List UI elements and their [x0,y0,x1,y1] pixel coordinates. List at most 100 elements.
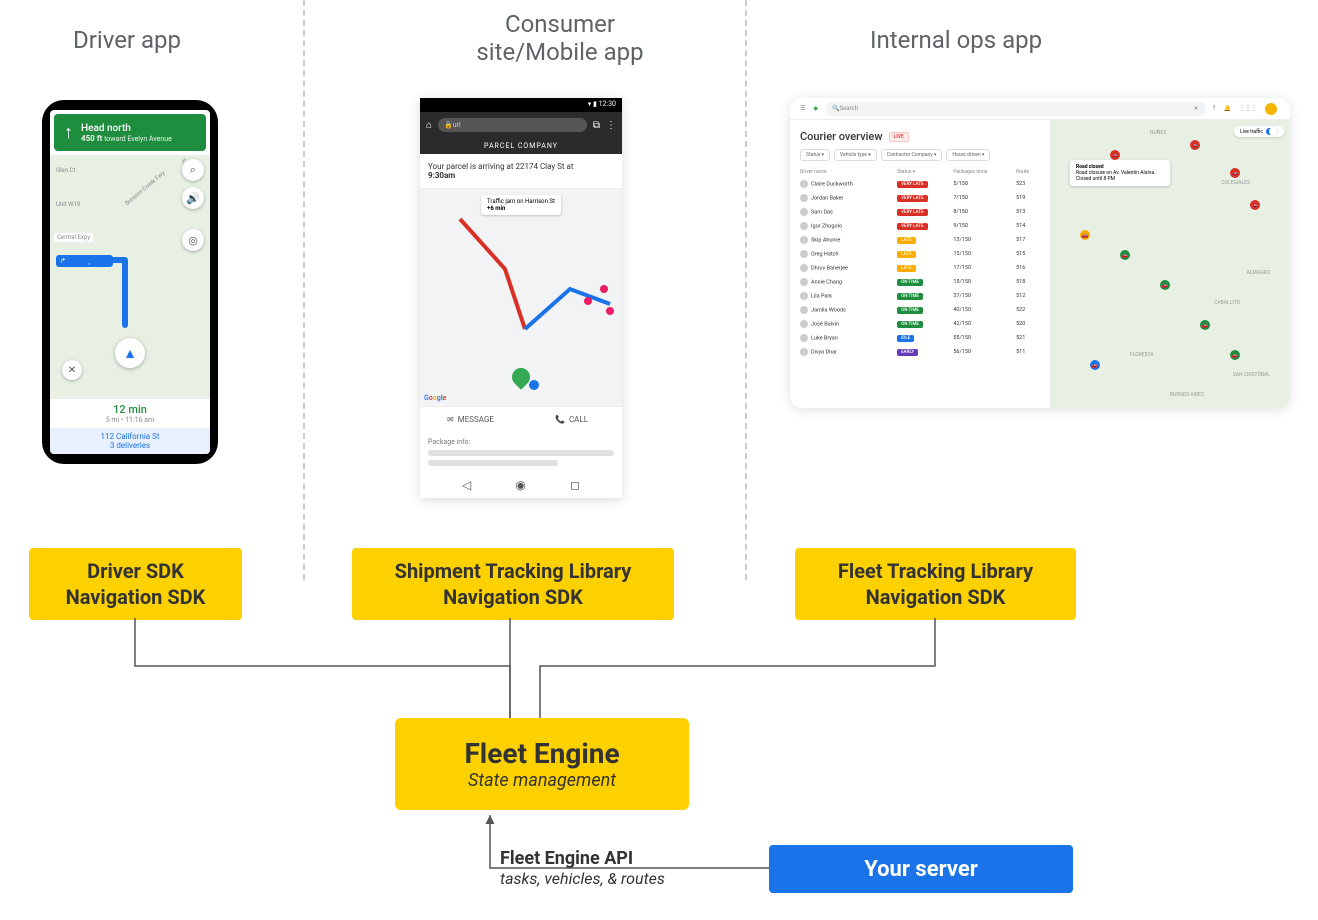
arrow-up-icon: ↑ [64,122,73,143]
driver-sdk-box: Driver SDK Navigation SDK [29,548,242,620]
nav-distance: 450 ft [81,134,102,143]
consumer-browser-mockup: ▾ ▮ 12:30 ⌂ 🔒 url ⧉ ⋮ PARCEL COMPANY You… [420,98,622,498]
table-header: Status ▾ [897,167,953,177]
address-bar: 112 California St 3 deliveries [50,428,210,454]
courier-marker: 🚗 [1190,140,1200,150]
navigation-cursor-icon: ▲ [115,338,145,368]
table-row: José BalvinON TIME42/150520 [800,317,1040,331]
phone-screen: ↑ Head north 450 ft toward Evelyn Avenue… [50,110,210,454]
driver-phone-mockup: ↑ Head north 450 ft toward Evelyn Avenue… [42,100,218,464]
table-row: Skip AhumeLATE13/150517 [800,233,1040,247]
table-header: Driver name [800,167,897,177]
district-label: NUÑEZ [1150,130,1166,136]
more-icon: ⋮ [606,120,616,131]
url-pill: 🔒 url [438,118,587,132]
sdk-line1: Driver SDK [47,558,224,584]
col-title-ops: Internal ops app [870,26,1042,54]
home-icon: ⌂ [426,120,432,131]
district-label: ALMAGRO [1246,270,1270,276]
phone-icon: 📞 [555,415,565,424]
sdk-line2: Navigation SDK [813,584,1058,610]
toggle-icon [1266,128,1278,135]
package-info: Package info: [420,432,622,472]
col-title-driver: Driver app [73,26,181,54]
android-nav: ◁ ◉ ◻ [420,472,622,498]
menu-icon: ☰ [800,105,805,112]
courier-marker: 🚗 [1200,320,1210,330]
addr-line1: 112 California St [54,432,206,441]
table-row: Lila ParkON TIME37/150512 [800,289,1040,303]
parcel-header: PARCEL COMPANY [420,138,622,154]
eta-time: 12 min [58,403,202,416]
stop-dot [584,297,592,305]
district-label: BUENOS AIRES [1170,392,1204,398]
courier-marker: 🚗 [1230,168,1240,178]
mobile-status-bar: ▾ ▮ 12:30 [420,98,622,112]
fleet-title: Fleet Engine [464,737,619,770]
courier-marker: 🚗 [1110,150,1120,160]
nav-instruction: Head north [81,123,172,134]
filter-pill: Hours driven ▾ [946,149,990,161]
sdk-line2: Navigation SDK [47,584,224,610]
filter-pill: Status ▾ [800,149,830,161]
courier-marker: 🚗 [1160,280,1170,290]
district-label: SAN CRISTÓBAL [1233,372,1270,378]
api-label: Fleet Engine API tasks, vehicles, & rout… [500,848,665,888]
live-badge: LIVE [889,132,909,142]
bell-icon: 🔔 [1224,105,1231,112]
dashboard-left-panel: Courier overview LIVE Status ▾ Vehicle ty… [790,120,1050,408]
table-row: Divya DharEARLY56/150511 [800,345,1040,359]
dashboard-map: Live traffic Road closed Road closure on… [1050,120,1290,408]
table-row: Greg HatchLATE15/150515 [800,247,1040,261]
addr-line2: 3 deliveries [54,441,206,450]
eta-sub: 5 mi • 11:16 am [58,416,202,424]
fleet-subtitle: State management [468,770,616,791]
help-icon: ? [1213,105,1216,112]
courier-marker: 🚗 [1250,200,1260,210]
close-icon: ✕ [62,360,82,380]
home-icon: ◉ [515,478,525,492]
district-label: COLEGIALES [1221,180,1250,186]
ops-sdk-box: Fleet Tracking Library Navigation SDK [795,548,1076,620]
back-icon: ◁ [462,478,471,492]
courier-marker: 🚗 [1230,350,1240,360]
courier-marker: 🚗 [1080,230,1090,240]
message-icon: ✉ [447,415,454,424]
fleet-engine-box: Fleet Engine State management [395,718,689,810]
avatar [1265,103,1277,115]
tabs-icon: ⧉ [593,120,600,131]
table-header: Packages done [953,167,1016,177]
url-bar: ⌂ 🔒 url ⧉ ⋮ [420,112,622,138]
api-title: Fleet Engine API [500,848,665,869]
dashboard-topbar: ☰ ◆ 🔍 Search✕ ? 🔔 ⋮⋮⋮ [790,98,1290,120]
stop-dot [600,285,608,293]
filter-pill: Contractor Company ▾ [881,149,943,161]
courier-table: Driver nameStatus ▾Packages doneRoute Cl… [800,167,1040,359]
eta-bar: ✕ 12 min 5 mi • 11:16 am [50,398,210,428]
recent-icon: ◻ [570,478,580,492]
filter-row: Status ▾ Vehicle type ▾ Contractor Company… [800,149,1040,161]
nav-sub: toward Evelyn Avenue [104,135,172,143]
parcel-map: Traffic jam on Harrison St +6 min Google [420,189,622,406]
filter-pill: Vehicle type ▾ [834,149,877,161]
sdk-line1: Shipment Tracking Library [370,558,656,584]
courier-marker: 🚗 [1120,250,1130,260]
ops-dashboard-mockup: ☰ ◆ 🔍 Search✕ ? 🔔 ⋮⋮⋮ Courier overview L… [790,98,1290,408]
table-row: Dhruv BanerjeeLATE17/150516 [800,261,1040,275]
api-subtitle: tasks, vehicles, & routes [500,869,665,888]
dashboard-search: 🔍 Search✕ [826,102,1205,116]
action-row: ✉MESSAGE 📞CALL [420,406,622,432]
dashboard-title: Courier overview LIVE [800,130,1040,143]
table-row: Luke BryanIDLE55/150521 [800,331,1040,345]
live-traffic-toggle: Live traffic [1234,126,1284,137]
google-logo: Google [424,394,446,402]
table-row: Claire DuckworthVERY LATE5/150523 [800,177,1040,191]
logo-icon: ◆ [813,105,818,112]
sdk-line1: Fleet Tracking Library [813,558,1058,584]
apps-icon: ⋮⋮⋮ [1239,105,1257,112]
col-title-consumer: Consumer site/Mobile app [460,10,660,66]
table-row: Jamila WoodsON TIME40/150522 [800,303,1040,317]
server-box: Your server [769,845,1073,893]
table-row: Annie ChangON TIME15/150518 [800,275,1040,289]
stop-dot [606,307,614,315]
